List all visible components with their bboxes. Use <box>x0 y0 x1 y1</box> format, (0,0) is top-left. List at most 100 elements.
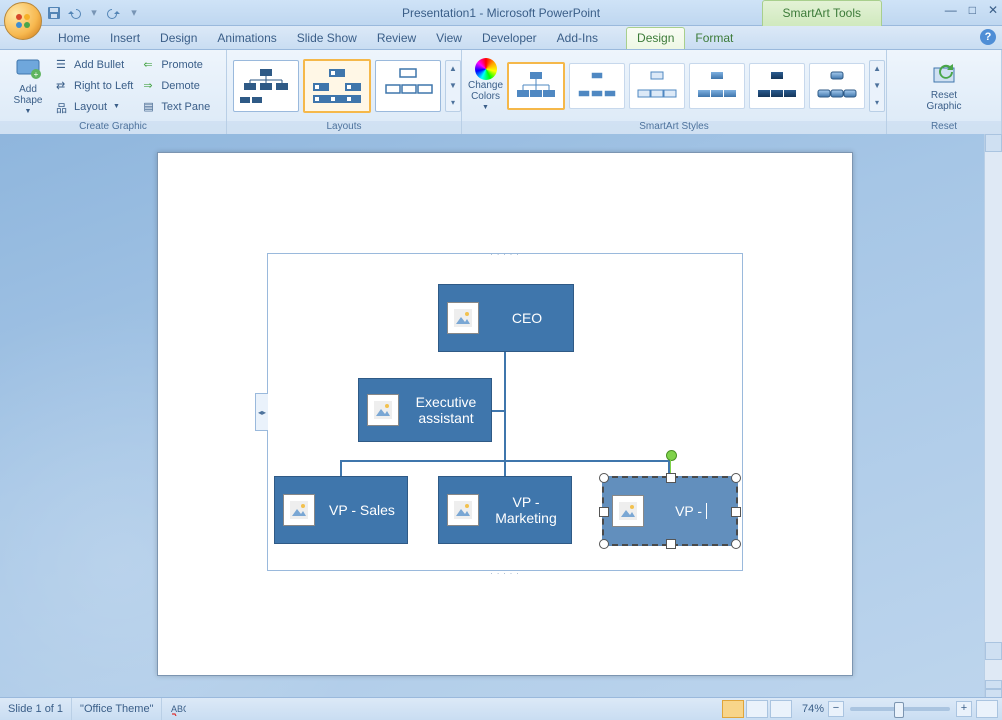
layout-hierarchy-1[interactable] <box>233 60 299 112</box>
add-shape-icon: + <box>14 54 42 82</box>
frame-handle-bottom[interactable]: . . . . . <box>490 567 519 576</box>
node-label: Executive assistant <box>407 394 491 426</box>
tab-addins[interactable]: Add-Ins <box>547 28 608 49</box>
smartart-container[interactable]: . . . . . . . . . . ◂▸ CEO Executive ass… <box>267 253 743 571</box>
style-simple-fill[interactable] <box>507 62 565 110</box>
layout-menu-button[interactable]: 品Layout▼ <box>52 97 137 117</box>
picture-placeholder-icon[interactable] <box>283 494 315 526</box>
node-label: CEO <box>487 310 573 326</box>
resize-handle-sw[interactable] <box>599 539 609 549</box>
style-3d-polished[interactable] <box>809 63 865 109</box>
style-moderate[interactable] <box>689 63 745 109</box>
resize-handle-ne[interactable] <box>731 473 741 483</box>
zoom-in-button[interactable]: + <box>956 701 972 717</box>
rotate-handle[interactable] <box>666 450 677 461</box>
view-normal-button[interactable] <box>722 700 744 718</box>
zoom-level[interactable]: 74% <box>802 703 824 715</box>
maximize-button[interactable]: □ <box>969 3 976 17</box>
tab-insert[interactable]: Insert <box>100 28 150 49</box>
scroll-up-button[interactable] <box>985 134 1002 152</box>
redo-icon[interactable] <box>106 5 122 21</box>
svg-text:+: + <box>34 70 39 79</box>
node-vp-marketing[interactable]: VP - Marketing <box>438 476 572 544</box>
demote-button[interactable]: ⇒Demote <box>139 76 214 96</box>
view-sorter-button[interactable] <box>746 700 768 718</box>
tab-slideshow[interactable]: Slide Show <box>287 28 367 49</box>
resize-handle-se[interactable] <box>731 539 741 549</box>
vertical-scrollbar[interactable] <box>984 134 1002 698</box>
resize-handle-s[interactable] <box>666 539 676 549</box>
node-label[interactable]: VP - <box>652 503 736 519</box>
tab-design[interactable]: Design <box>150 28 207 49</box>
spellcheck-icon[interactable]: ABC <box>162 698 194 720</box>
zoom-slider[interactable] <box>850 707 950 711</box>
style-white-outline[interactable] <box>569 63 625 109</box>
tab-view[interactable]: View <box>426 28 472 49</box>
view-slideshow-button[interactable] <box>770 700 792 718</box>
minimize-button[interactable]: — <box>945 3 957 17</box>
group-create-graphic: + Add Shape▼ ☰Add Bullet ⇄Right to Left … <box>0 50 227 136</box>
save-icon[interactable] <box>46 5 62 21</box>
status-theme[interactable]: "Office Theme" <box>72 698 162 720</box>
change-colors-button[interactable]: Change Colors▼ <box>468 53 503 119</box>
ribbon-tabs: Home Insert Design Animations Slide Show… <box>0 26 1002 50</box>
text-pane-toggle[interactable]: ◂▸ <box>255 393 268 431</box>
slide-canvas[interactable]: . . . . . . . . . . ◂▸ CEO Executive ass… <box>157 152 853 676</box>
style-subtle[interactable] <box>629 63 685 109</box>
tab-smartart-design[interactable]: Design <box>626 27 685 49</box>
tab-home[interactable]: Home <box>48 28 100 49</box>
right-to-left-button[interactable]: ⇄Right to Left <box>52 76 137 96</box>
zoom-out-button[interactable]: − <box>828 701 844 717</box>
undo-icon[interactable] <box>66 5 82 21</box>
promote-button[interactable]: ⇐Promote <box>139 55 214 75</box>
tab-review[interactable]: Review <box>367 28 426 49</box>
bullet-icon: ☰ <box>56 58 70 72</box>
picture-placeholder-icon[interactable] <box>447 302 479 334</box>
add-bullet-button[interactable]: ☰Add Bullet <box>52 55 137 75</box>
tab-developer[interactable]: Developer <box>472 28 547 49</box>
frame-handle-top[interactable]: . . . . . <box>490 248 519 257</box>
office-button[interactable] <box>4 2 42 40</box>
picture-placeholder-icon[interactable] <box>367 394 399 426</box>
zoom-slider-thumb[interactable] <box>894 702 904 718</box>
quick-access-toolbar: ▾ ▾ <box>46 0 142 25</box>
styles-more-button[interactable]: ▲▼▾ <box>869 60 885 112</box>
style-icon <box>814 68 860 104</box>
close-button[interactable]: ✕ <box>988 3 998 17</box>
resize-handle-nw[interactable] <box>599 473 609 483</box>
node-vp-editing[interactable]: VP - <box>602 476 738 546</box>
layouts-more-button[interactable]: ▲▼▾ <box>445 60 461 112</box>
layout-thumb-icon <box>309 65 365 107</box>
group-smartart-styles: Change Colors▼ ▲▼▾ SmartArt Styles <box>462 50 887 136</box>
picture-placeholder-icon[interactable] <box>447 494 479 526</box>
help-icon[interactable]: ? <box>980 29 996 45</box>
style-icon <box>694 68 740 104</box>
style-icon <box>574 68 620 104</box>
node-ceo[interactable]: CEO <box>438 284 574 352</box>
status-slide-number[interactable]: Slide 1 of 1 <box>0 698 72 720</box>
prev-slide-button[interactable] <box>985 680 1002 689</box>
layout-hierarchy-3[interactable] <box>375 60 441 112</box>
qat-menu-icon[interactable]: ▾ <box>126 5 142 21</box>
add-shape-button[interactable]: + Add Shape▼ <box>6 53 50 119</box>
promote-icon: ⇐ <box>143 58 157 72</box>
text-pane-button[interactable]: ▤Text Pane <box>139 97 214 117</box>
picture-placeholder-icon[interactable] <box>612 495 644 527</box>
resize-handle-n[interactable] <box>666 473 676 483</box>
node-vp-sales[interactable]: VP - Sales <box>274 476 408 544</box>
tab-smartart-format[interactable]: Format <box>685 28 743 49</box>
fit-to-window-button[interactable] <box>976 700 998 718</box>
style-icon <box>634 68 680 104</box>
style-intense[interactable] <box>749 63 805 109</box>
resize-handle-e[interactable] <box>731 507 741 517</box>
resize-handle-w[interactable] <box>599 507 609 517</box>
layout-picture-hierarchy[interactable] <box>303 59 371 113</box>
title-bar: ▾ ▾ Presentation1 - Microsoft PowerPoint… <box>0 0 1002 26</box>
reset-graphic-button[interactable]: Reset Graphic <box>922 53 966 119</box>
office-logo-icon <box>13 11 33 31</box>
demote-icon: ⇒ <box>143 79 157 93</box>
tab-animations[interactable]: Animations <box>207 28 286 49</box>
node-label: VP - Sales <box>323 502 407 518</box>
scroll-down-button[interactable] <box>985 642 1002 660</box>
node-assistant[interactable]: Executive assistant <box>358 378 492 442</box>
